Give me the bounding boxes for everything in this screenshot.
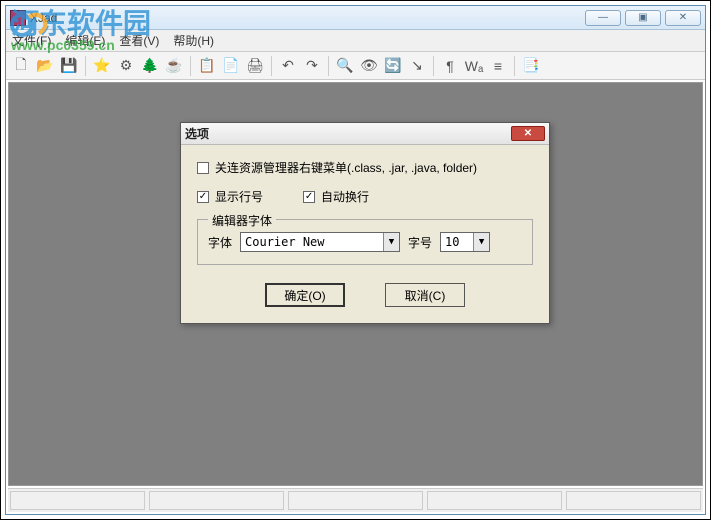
- list-icon[interactable]: ≡: [487, 55, 509, 77]
- properties-icon[interactable]: 📑: [520, 55, 542, 77]
- open-icon[interactable]: 📂: [34, 55, 56, 77]
- redo-icon[interactable]: ↷: [301, 55, 323, 77]
- menubar: 文件(F) 编辑(E) 查看(V) 帮助(H): [6, 30, 705, 52]
- status-cell: [566, 491, 701, 510]
- status-cell: [149, 491, 284, 510]
- copy-icon[interactable]: 📋: [196, 55, 218, 77]
- replace-icon[interactable]: 🔄: [382, 55, 404, 77]
- minimize-button[interactable]: —: [585, 10, 621, 26]
- paste-icon[interactable]: 📄: [220, 55, 242, 77]
- tree-icon[interactable]: 🌲: [139, 55, 161, 77]
- dialog-title: 选项: [185, 125, 511, 142]
- ok-button[interactable]: 确定(O): [265, 283, 345, 307]
- close-button[interactable]: ✕: [665, 10, 701, 26]
- maximize-button[interactable]: ▣: [625, 10, 661, 26]
- chevron-down-icon[interactable]: ▼: [473, 233, 489, 251]
- app-icon: [10, 10, 26, 26]
- separator: [271, 56, 272, 76]
- font-label: 字体: [208, 234, 232, 251]
- chevron-down-icon[interactable]: ▼: [383, 233, 399, 251]
- separator: [433, 56, 434, 76]
- separator: [190, 56, 191, 76]
- size-combobox[interactable]: 10 ▼: [440, 232, 490, 252]
- separator: [328, 56, 329, 76]
- menu-edit[interactable]: 编辑(E): [65, 32, 105, 49]
- editor-font-group: 编辑器字体 字体 Courier New ▼ 字号 10 ▼: [197, 219, 533, 265]
- font-combobox[interactable]: Courier New ▼: [240, 232, 400, 252]
- auto-wrap-label: 自动换行: [321, 188, 369, 205]
- dialog-close-button[interactable]: ✕: [511, 126, 545, 141]
- format-icon[interactable]: ¶: [439, 55, 461, 77]
- assoc-label: 关连资源管理器右键菜单(.class, .jar, .java, folder): [215, 159, 477, 176]
- new-icon[interactable]: 🗋: [10, 55, 32, 77]
- titlebar: XJad — ▣ ✕: [6, 6, 705, 30]
- main-window: XJad — ▣ ✕ 文件(F) 编辑(E) 查看(V) 帮助(H) 🗋 📂 💾…: [5, 5, 706, 515]
- size-label: 字号: [408, 234, 432, 251]
- print-icon[interactable]: 🖨: [244, 55, 266, 77]
- separator: [85, 56, 86, 76]
- menu-view[interactable]: 查看(V): [119, 32, 159, 49]
- font-value: Courier New: [241, 235, 383, 249]
- find-next-icon[interactable]: 👁: [358, 55, 380, 77]
- separator: [514, 56, 515, 76]
- favorite-icon[interactable]: ⭐: [91, 55, 113, 77]
- status-cell: [427, 491, 562, 510]
- show-line-no-label: 显示行号: [215, 188, 263, 205]
- assoc-checkbox[interactable]: [197, 162, 209, 174]
- java-icon[interactable]: ☕: [163, 55, 185, 77]
- status-cell: [288, 491, 423, 510]
- settings-icon[interactable]: ⚙: [115, 55, 137, 77]
- status-cell: [10, 491, 145, 510]
- undo-icon[interactable]: ↶: [277, 55, 299, 77]
- dialog-titlebar: 选项 ✕: [181, 123, 549, 145]
- save-icon[interactable]: 💾: [58, 55, 80, 77]
- options-dialog: 选项 ✕ 关连资源管理器右键菜单(.class, .jar, .java, fo…: [180, 122, 550, 324]
- menu-help[interactable]: 帮助(H): [173, 32, 214, 49]
- editor-font-legend: 编辑器字体: [208, 212, 276, 229]
- goto-icon[interactable]: ↘: [406, 55, 428, 77]
- toolbar: 🗋 📂 💾 ⭐ ⚙ 🌲 ☕ 📋 📄 🖨 ↶ ↷ 🔍 👁 🔄 ↘ ¶ Wₐ ≡: [6, 52, 705, 80]
- size-value: 10: [441, 235, 473, 249]
- auto-wrap-checkbox[interactable]: [303, 191, 315, 203]
- statusbar: [8, 488, 703, 512]
- show-line-no-checkbox[interactable]: [197, 191, 209, 203]
- find-icon[interactable]: 🔍: [334, 55, 356, 77]
- wrap-icon[interactable]: Wₐ: [463, 55, 485, 77]
- window-title: XJad: [30, 11, 585, 25]
- menu-file[interactable]: 文件(F): [12, 32, 51, 49]
- cancel-button[interactable]: 取消(C): [385, 283, 465, 307]
